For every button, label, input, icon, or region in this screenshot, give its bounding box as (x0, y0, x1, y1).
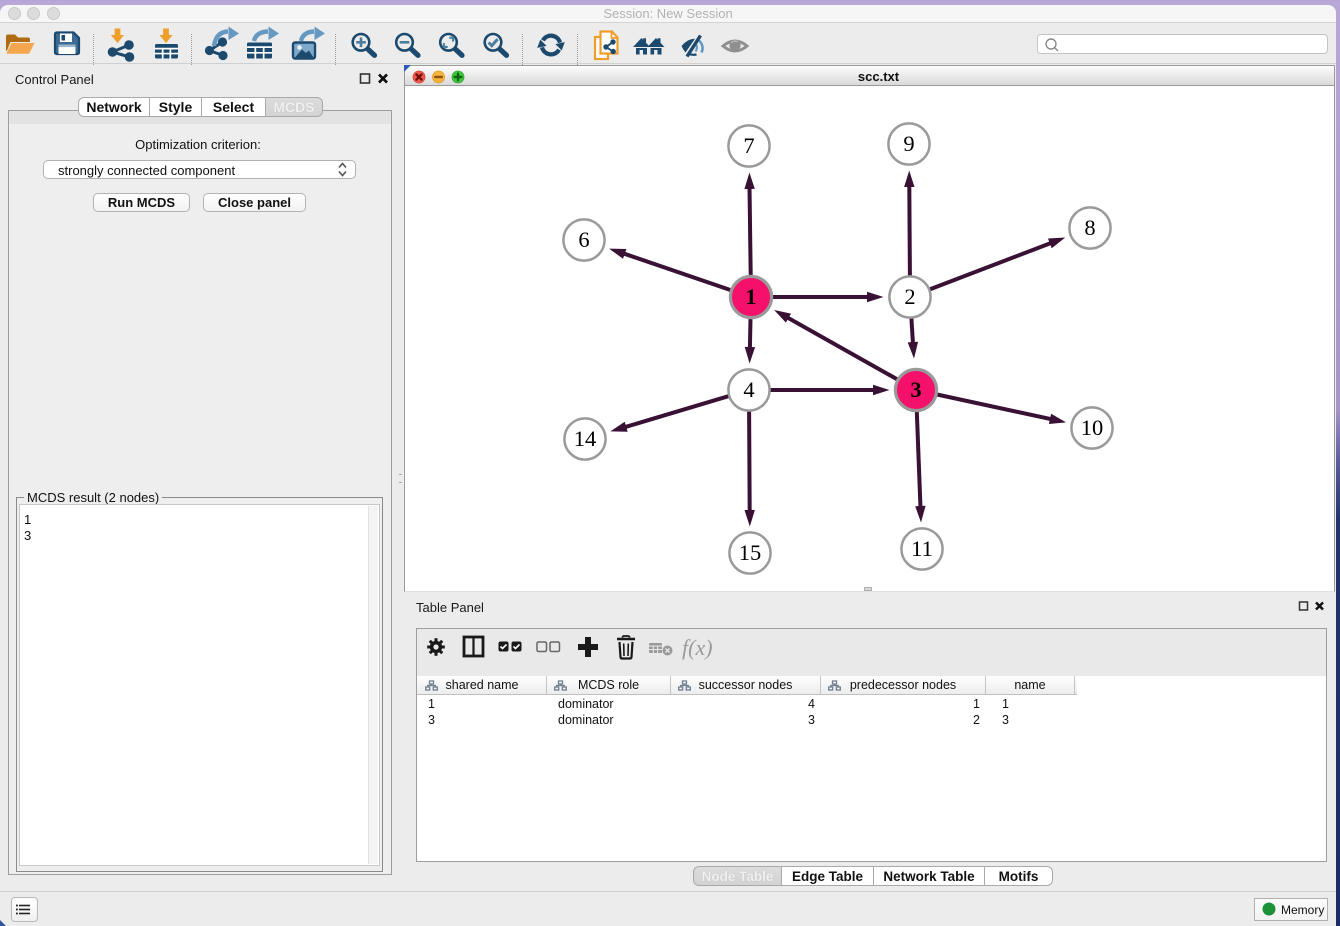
svg-text:15: 15 (739, 540, 762, 565)
svg-text:6: 6 (578, 227, 589, 252)
svg-text:10: 10 (1081, 415, 1104, 440)
svg-text:8: 8 (1084, 215, 1095, 240)
svg-text:1: 1 (745, 284, 756, 309)
svg-text:2: 2 (904, 284, 915, 309)
svg-text:14: 14 (574, 426, 597, 451)
svg-text:9: 9 (903, 131, 914, 156)
svg-text:4: 4 (743, 377, 754, 402)
svg-text:7: 7 (743, 133, 754, 158)
svg-text:3: 3 (910, 377, 921, 402)
svg-text:11: 11 (911, 536, 933, 561)
